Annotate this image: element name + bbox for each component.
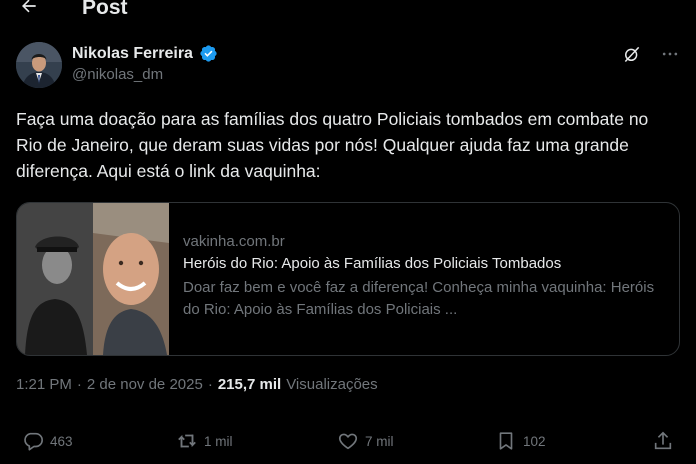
bookmark-count: 102 [523, 433, 546, 449]
post-text: Faça uma doação para as famílias dos qua… [16, 109, 649, 181]
bookmark-icon [499, 432, 513, 450]
post-meta: 1:21 PM · 2 de nov de 2025 · 215,7 mil V… [16, 376, 378, 393]
verified-badge-icon [199, 44, 218, 63]
repost-count: 1 mil [204, 433, 233, 449]
page-title: Post [82, 0, 128, 19]
author-handle[interactable]: @nikolas_dm [72, 66, 163, 83]
like-icon [338, 433, 358, 450]
views-count: 215,7 mil [217, 376, 282, 393]
link-description: Doar faz bem e você faz a diferença! Con… [183, 279, 655, 318]
avatar[interactable] [16, 42, 62, 88]
post-time[interactable]: 1:21 PM [16, 376, 72, 393]
reply-icon [24, 432, 43, 451]
link-domain: vakinha.com.br [183, 233, 285, 250]
more-icon [662, 52, 678, 56]
action-bar: 463 1 mil 7 mil 102 [0, 430, 696, 460]
repost-icon [178, 434, 196, 448]
author-name[interactable]: Nikolas Ferreira [72, 45, 193, 63]
top-bar: Post [0, 0, 696, 24]
meta-separator: · [76, 376, 82, 393]
link-title: Heróis do Rio: Apoio às Famílias dos Pol… [183, 255, 562, 272]
link-preview-card[interactable]: vakinha.com.br Heróis do Rio: Apoio às F… [16, 202, 680, 356]
reply-count: 463 [50, 433, 73, 449]
like-button[interactable]: 7 mil [337, 430, 394, 452]
share-button[interactable] [652, 430, 674, 452]
link-preview-image [17, 203, 169, 355]
post-top-actions [622, 44, 680, 64]
repost-button[interactable]: 1 mil [176, 430, 233, 452]
link-preview-body: vakinha.com.br Heróis do Rio: Apoio às F… [169, 203, 679, 355]
views-label: Visualizações [286, 376, 378, 393]
more-button[interactable] [660, 44, 680, 64]
bookmark-button[interactable]: 102 [495, 430, 546, 452]
post-date[interactable]: 2 de nov de 2025 [87, 376, 203, 393]
back-button[interactable] [14, 0, 44, 18]
meta-separator: · [207, 376, 213, 393]
back-arrow-icon [22, 0, 36, 13]
author-name-row: Nikolas Ferreira [72, 44, 218, 63]
grok-button[interactable] [622, 44, 642, 64]
reply-button[interactable]: 463 [22, 430, 73, 452]
share-icon [654, 431, 672, 450]
grok-icon [624, 46, 640, 63]
like-count: 7 mil [365, 433, 394, 449]
